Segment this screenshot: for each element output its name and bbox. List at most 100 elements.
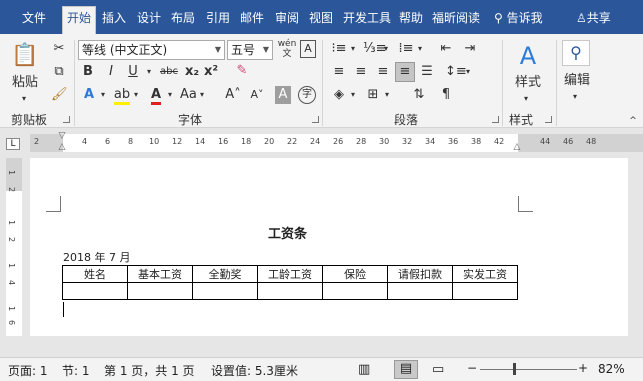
underline-dropdown-icon[interactable]: ▾ (144, 63, 154, 81)
tab-references[interactable]: 引用 (202, 7, 234, 31)
right-indent-marker[interactable]: △ (512, 143, 522, 152)
collapse-ribbon-icon[interactable]: ^ (627, 112, 639, 130)
table-cell[interactable] (192, 282, 258, 300)
print-layout-icon[interactable]: ▤ (394, 360, 418, 379)
multilevel-list-icon[interactable]: ⁞≡ (397, 40, 415, 58)
format-painter-icon[interactable]: 🖌 (51, 86, 68, 104)
zoom-out-icon[interactable]: − (467, 361, 477, 375)
tab-review[interactable]: 审阅 (271, 7, 303, 31)
strikethrough-icon[interactable]: abc (156, 63, 182, 81)
chevron-down-icon[interactable]: ▾ (98, 86, 108, 104)
chevron-down-icon[interactable]: ▾ (415, 40, 425, 58)
table-cell[interactable] (127, 282, 193, 300)
zoom-level[interactable]: 82% (598, 362, 625, 376)
character-shading-box-icon[interactable]: A (275, 86, 291, 104)
first-line-indent-marker[interactable]: ▽ (57, 132, 67, 141)
zoom-slider-track[interactable] (480, 369, 577, 370)
chevron-down-icon[interactable]: ▾ (348, 86, 358, 104)
table-cell[interactable]: 全勤奖 (192, 265, 258, 283)
copy-icon[interactable]: ⧉ (51, 63, 67, 81)
enclose-characters-icon[interactable]: 字 (298, 86, 316, 104)
align-left-icon[interactable]: ≡ (330, 63, 348, 81)
tab-layout[interactable]: 布局 (167, 7, 199, 31)
tab-help[interactable]: 帮助 (395, 7, 427, 31)
tab-home[interactable]: 开始 (62, 6, 96, 34)
status-page-count[interactable]: 第 1 页，共 1 页 (104, 362, 195, 379)
justify-icon[interactable]: ≡ (395, 62, 415, 82)
zoom-slider-thumb[interactable] (513, 363, 516, 375)
document-date[interactable]: 2018 年 7 月 (63, 249, 130, 265)
decrease-indent-icon[interactable]: ⇤ (437, 40, 455, 58)
chevron-down-icon[interactable]: ▾ (165, 86, 175, 104)
highlight-icon[interactable]: ab (113, 86, 131, 105)
underline-icon[interactable]: U (125, 63, 141, 81)
borders-icon[interactable]: ⊞ (364, 86, 382, 104)
hanging-indent-marker[interactable]: △ (57, 143, 67, 152)
paste-icon[interactable]: 📋 (10, 42, 40, 72)
font-family-select[interactable]: 等线 (中文正文) ▼ (78, 40, 225, 60)
table-cell[interactable] (387, 282, 453, 300)
status-setting[interactable]: 设置值: 5.3厘米 (211, 362, 298, 379)
table-cell[interactable]: 请假扣款 (387, 265, 453, 283)
share-button[interactable]: ♙共享 (576, 9, 611, 26)
paste-dropdown-icon[interactable]: ▾ (22, 90, 26, 108)
chevron-down-icon[interactable]: ▾ (463, 63, 473, 81)
tab-insert[interactable]: 插入 (98, 7, 130, 31)
tab-foxit-reader[interactable]: 福昕阅读 (430, 7, 482, 31)
table-cell[interactable] (322, 282, 388, 300)
phonetic-guide-icon[interactable]: wén 文 (276, 39, 298, 59)
salary-table[interactable]: 姓名 基本工资 全勤奖 工龄工资 保险 请假扣款 实发工资 (62, 265, 518, 300)
font-size-select[interactable]: 五号 ▼ (227, 40, 273, 60)
character-border-icon[interactable]: A (300, 40, 316, 58)
bold-icon[interactable]: B (80, 63, 96, 81)
table-cell[interactable]: 基本工资 (127, 265, 193, 283)
clipboard-launcher-icon[interactable] (63, 116, 70, 123)
read-mode-icon[interactable]: ▥ (358, 362, 370, 377)
table-cell[interactable]: 姓名 (62, 265, 128, 283)
status-page[interactable]: 页面: 1 (8, 362, 48, 379)
chevron-down-icon[interactable]: ▾ (382, 86, 392, 104)
zoom-in-icon[interactable]: + (578, 361, 588, 375)
superscript-icon[interactable]: x² (203, 63, 219, 81)
table-cell[interactable]: 实发工资 (452, 265, 518, 283)
chevron-down-icon[interactable]: ▾ (131, 86, 141, 104)
increase-indent-icon[interactable]: ⇥ (461, 40, 479, 58)
shrink-font-icon[interactable]: A˅ (248, 86, 266, 104)
vertical-scrollbar[interactable] (628, 158, 643, 336)
chevron-down-icon[interactable]: ▾ (197, 86, 207, 104)
chevron-down-icon[interactable]: ▾ (348, 40, 358, 58)
styles-icon[interactable]: A (513, 42, 543, 70)
table-cell[interactable]: 保险 (322, 265, 388, 283)
show-marks-icon[interactable]: ¶ (437, 86, 455, 104)
chevron-down-icon[interactable]: ▾ (381, 40, 391, 58)
shading-icon[interactable]: ◈ (330, 86, 348, 104)
grow-font-icon[interactable]: A˄ (224, 86, 242, 104)
bullets-icon[interactable]: ⁝≡ (330, 40, 348, 58)
table-cell[interactable] (257, 282, 323, 300)
tell-me-search[interactable]: ⚲ 告诉我 (494, 9, 543, 26)
text-effects-icon[interactable]: A (80, 86, 98, 104)
distributed-icon[interactable]: ☰ (418, 63, 436, 81)
tab-selector[interactable]: L (6, 138, 20, 150)
styles-launcher-icon[interactable] (545, 116, 552, 123)
line-spacing-icon[interactable]: ↕≡ (445, 63, 467, 81)
character-shading-icon[interactable]: Aa (180, 86, 197, 104)
tab-developer[interactable]: 开发工具 (341, 7, 393, 31)
tab-view[interactable]: 视图 (305, 7, 337, 31)
numbering-icon[interactable]: ⅓≡ (363, 40, 387, 58)
clear-formatting-icon[interactable]: ✎ (233, 62, 251, 80)
find-icon[interactable]: ⚲ (562, 40, 590, 66)
table-cell[interactable] (62, 282, 128, 300)
tab-design[interactable]: 设计 (133, 7, 165, 31)
chevron-down-icon[interactable]: ▾ (524, 90, 528, 108)
document-title[interactable]: 工资条 (268, 223, 307, 242)
align-right-icon[interactable]: ≡ (374, 63, 392, 81)
chevron-down-icon[interactable]: ▾ (573, 88, 577, 106)
sort-icon[interactable]: ⇅ (410, 86, 428, 104)
table-cell[interactable] (452, 282, 518, 300)
italic-icon[interactable]: I (103, 63, 119, 81)
document-page[interactable] (30, 158, 628, 336)
vertical-ruler[interactable]: 1 2 1 2 1 4 1 6 (6, 158, 22, 336)
subscript-icon[interactable]: x₂ (184, 63, 200, 81)
paragraph-launcher-icon[interactable] (492, 116, 499, 123)
